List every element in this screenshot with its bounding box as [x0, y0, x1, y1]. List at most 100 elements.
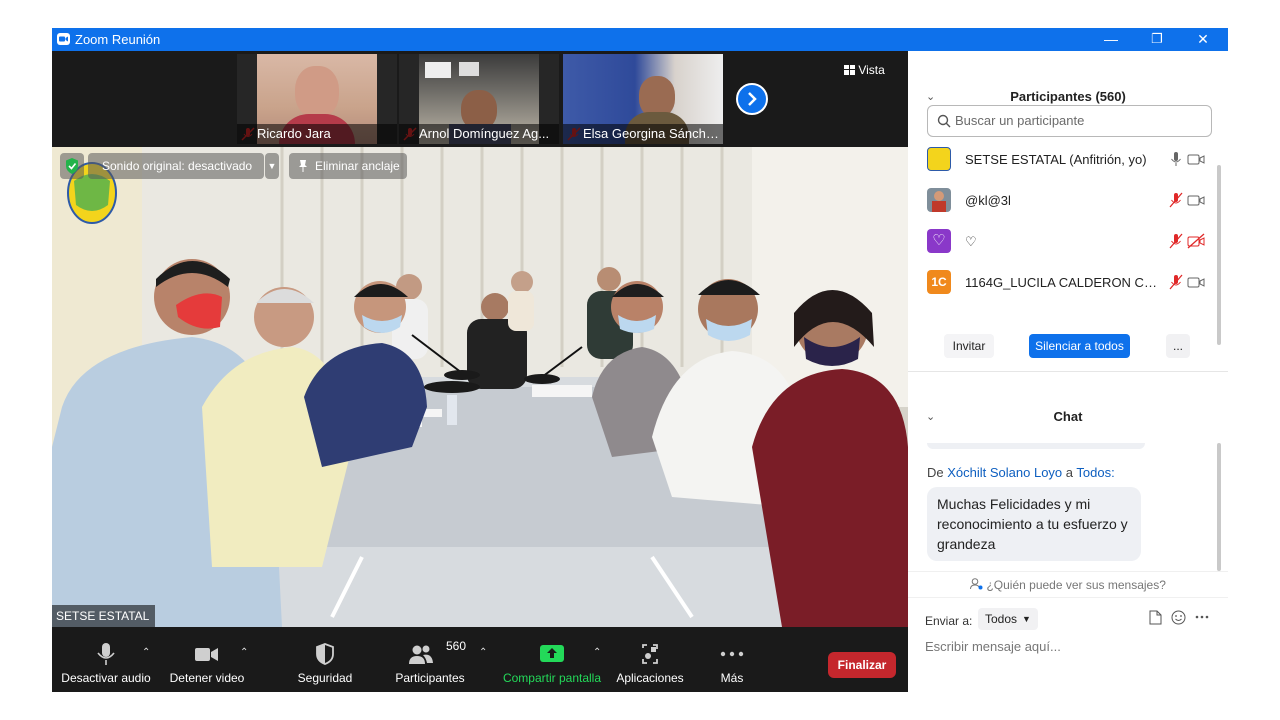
search-placeholder: Buscar un participante: [955, 113, 1085, 128]
divider: [908, 597, 1228, 598]
sender-name[interactable]: Xóchilt Solano Loyo: [947, 465, 1062, 480]
avatar: [927, 147, 951, 171]
participant-name: ♡: [965, 234, 977, 249]
microphone-icon[interactable]: [1168, 151, 1184, 167]
to-word: a: [1065, 465, 1074, 480]
apps-label: Aplicaciones: [616, 671, 684, 685]
more-button[interactable]: Más: [710, 627, 754, 692]
recipient-name: Todos:: [1076, 465, 1115, 480]
stop-video-button[interactable]: Detener video: [164, 627, 250, 692]
participant-thumbnail[interactable]: Ricardo Jara: [237, 54, 397, 144]
chat-scrollbar[interactable]: [1217, 443, 1221, 571]
divider: [908, 571, 1228, 572]
video-camera-icon[interactable]: [1187, 151, 1205, 167]
participant-thumbnail[interactable]: Elsa Georgina Sánche...: [563, 54, 723, 144]
stop-video-label: Detener video: [169, 671, 245, 685]
chat-message: Muchas Felicidades y mi reconocimiento a…: [927, 487, 1141, 561]
unpin-button[interactable]: Eliminar anclaje: [289, 153, 407, 179]
participant-row[interactable]: SETSE ESTATAL (Anfitrión, yo): [927, 139, 1212, 179]
meeting-room-scene: [52, 147, 908, 627]
zoom-window: Zoom Reunión — ❐ ✕ Ricardo Jara Arnol Do…: [52, 28, 1228, 692]
avatar: [927, 188, 951, 212]
view-button[interactable]: Vista: [844, 63, 885, 77]
more-icon[interactable]: [1195, 614, 1209, 620]
more-icon: [720, 651, 744, 657]
file-icon[interactable]: [1149, 610, 1162, 625]
audio-options-caret[interactable]: ⌃: [142, 647, 150, 658]
send-to-label: Enviar a:: [925, 614, 973, 628]
invite-button[interactable]: Invitar: [944, 334, 994, 358]
shield-icon: [316, 643, 334, 665]
search-icon: [937, 114, 951, 128]
side-panel: ⌄ Participantes (560) Buscar un particip…: [908, 51, 1228, 692]
thumbnail-name: Arnol Domínguez Ag...: [399, 124, 559, 144]
from-prefix: De: [927, 465, 944, 480]
end-meeting-button[interactable]: Finalizar: [828, 652, 896, 678]
participants-icon: [408, 645, 433, 664]
participant-row[interactable]: ♡ ♡: [927, 221, 1212, 261]
muted-mic-icon[interactable]: [1168, 192, 1184, 208]
security-button[interactable]: Seguridad: [292, 627, 358, 692]
chevron-right-icon: [748, 92, 757, 106]
restore-button[interactable]: ❐: [1134, 28, 1180, 51]
title-bar: Zoom Reunión — ❐ ✕: [52, 28, 1228, 51]
share-options-caret[interactable]: ⌃: [593, 647, 601, 658]
zoom-logo-icon: [57, 33, 70, 45]
speaker-name-label: SETSE ESTATAL: [52, 605, 156, 627]
main-video: Sonido original: desactivado ▼ Eliminar …: [52, 147, 908, 627]
participant-name: SETSE ESTATAL (Anfitrión, yo): [965, 152, 1147, 167]
participant-name: @kl@3l: [965, 193, 1011, 208]
participant-search-input[interactable]: Buscar un participante: [927, 105, 1212, 137]
video-camera-icon: [195, 648, 218, 661]
participants-button[interactable]: 560 Participantes: [392, 627, 468, 692]
participants-more-button[interactable]: ...: [1166, 334, 1190, 358]
video-area: Ricardo Jara Arnol Domínguez Ag... Elsa …: [52, 51, 908, 692]
close-button[interactable]: ✕: [1180, 28, 1226, 51]
who-can-see-messages[interactable]: ¿Quién puede ver sus mensajes?: [908, 578, 1228, 592]
participants-scrollbar[interactable]: [1217, 165, 1221, 345]
muted-mic-icon[interactable]: [1168, 274, 1184, 290]
video-camera-icon[interactable]: [1187, 192, 1205, 208]
emoji-icon[interactable]: [1171, 610, 1186, 625]
window-title: Zoom Reunión: [75, 32, 161, 47]
participant-count: 560: [446, 639, 467, 653]
participants-title: Participantes (560): [1010, 89, 1126, 104]
previous-message-bubble: [927, 443, 1145, 449]
chat-message-input[interactable]: Escribir mensaje aquí...: [925, 639, 1215, 654]
security-label: Seguridad: [297, 671, 353, 685]
next-page-button[interactable]: [736, 83, 768, 115]
mute-audio-button[interactable]: Desactivar audio: [60, 627, 152, 692]
share-screen-button[interactable]: Compartir pantalla: [502, 627, 602, 692]
mute-audio-label: Desactivar audio: [61, 671, 151, 685]
meeting-toolbar: Desactivar audio ⌃ Detener video ⌃ Segur…: [52, 627, 908, 692]
video-options-caret[interactable]: ⌃: [240, 647, 248, 658]
participants-options-caret[interactable]: ⌃: [479, 647, 487, 658]
participant-row[interactable]: 1C 1164G_LUCILA CALDERON CAR...: [927, 262, 1212, 302]
video-off-icon[interactable]: [1187, 233, 1205, 249]
mute-all-button[interactable]: Silenciar a todos: [1029, 334, 1130, 358]
apps-button[interactable]: Aplicaciones: [614, 627, 686, 692]
apps-icon: [642, 644, 658, 664]
recipient-select-value: Todos: [985, 612, 1018, 626]
participants-label: Participantes: [395, 671, 465, 685]
who-can-see-label: ¿Quién puede ver sus mensajes?: [986, 578, 1166, 592]
chevron-down-icon: ▼: [1022, 614, 1031, 624]
view-label: Vista: [858, 63, 885, 77]
minimize-button[interactable]: —: [1088, 28, 1134, 51]
encryption-badge[interactable]: [60, 153, 84, 179]
chat-title: Chat: [1053, 409, 1083, 424]
user-settings-icon: [970, 578, 983, 590]
participant-row[interactable]: @kl@3l: [927, 180, 1212, 220]
gallery-strip: Ricardo Jara Arnol Domínguez Ag... Elsa …: [52, 51, 908, 147]
sound-options-dropdown[interactable]: ▼: [265, 153, 279, 179]
original-sound-toggle[interactable]: Sonido original: desactivado: [88, 153, 264, 179]
video-camera-icon[interactable]: [1187, 274, 1205, 290]
recipient-select[interactable]: Todos ▼: [978, 608, 1038, 630]
grid-icon: [844, 65, 855, 75]
participant-thumbnail[interactable]: Arnol Domínguez Ag...: [399, 54, 559, 144]
thumbnail-name: Elsa Georgina Sánche...: [563, 124, 723, 144]
divider: [908, 371, 1228, 372]
muted-mic-icon[interactable]: [1168, 233, 1184, 249]
unpin-label: Eliminar anclaje: [315, 159, 400, 173]
pin-icon: [299, 160, 307, 172]
